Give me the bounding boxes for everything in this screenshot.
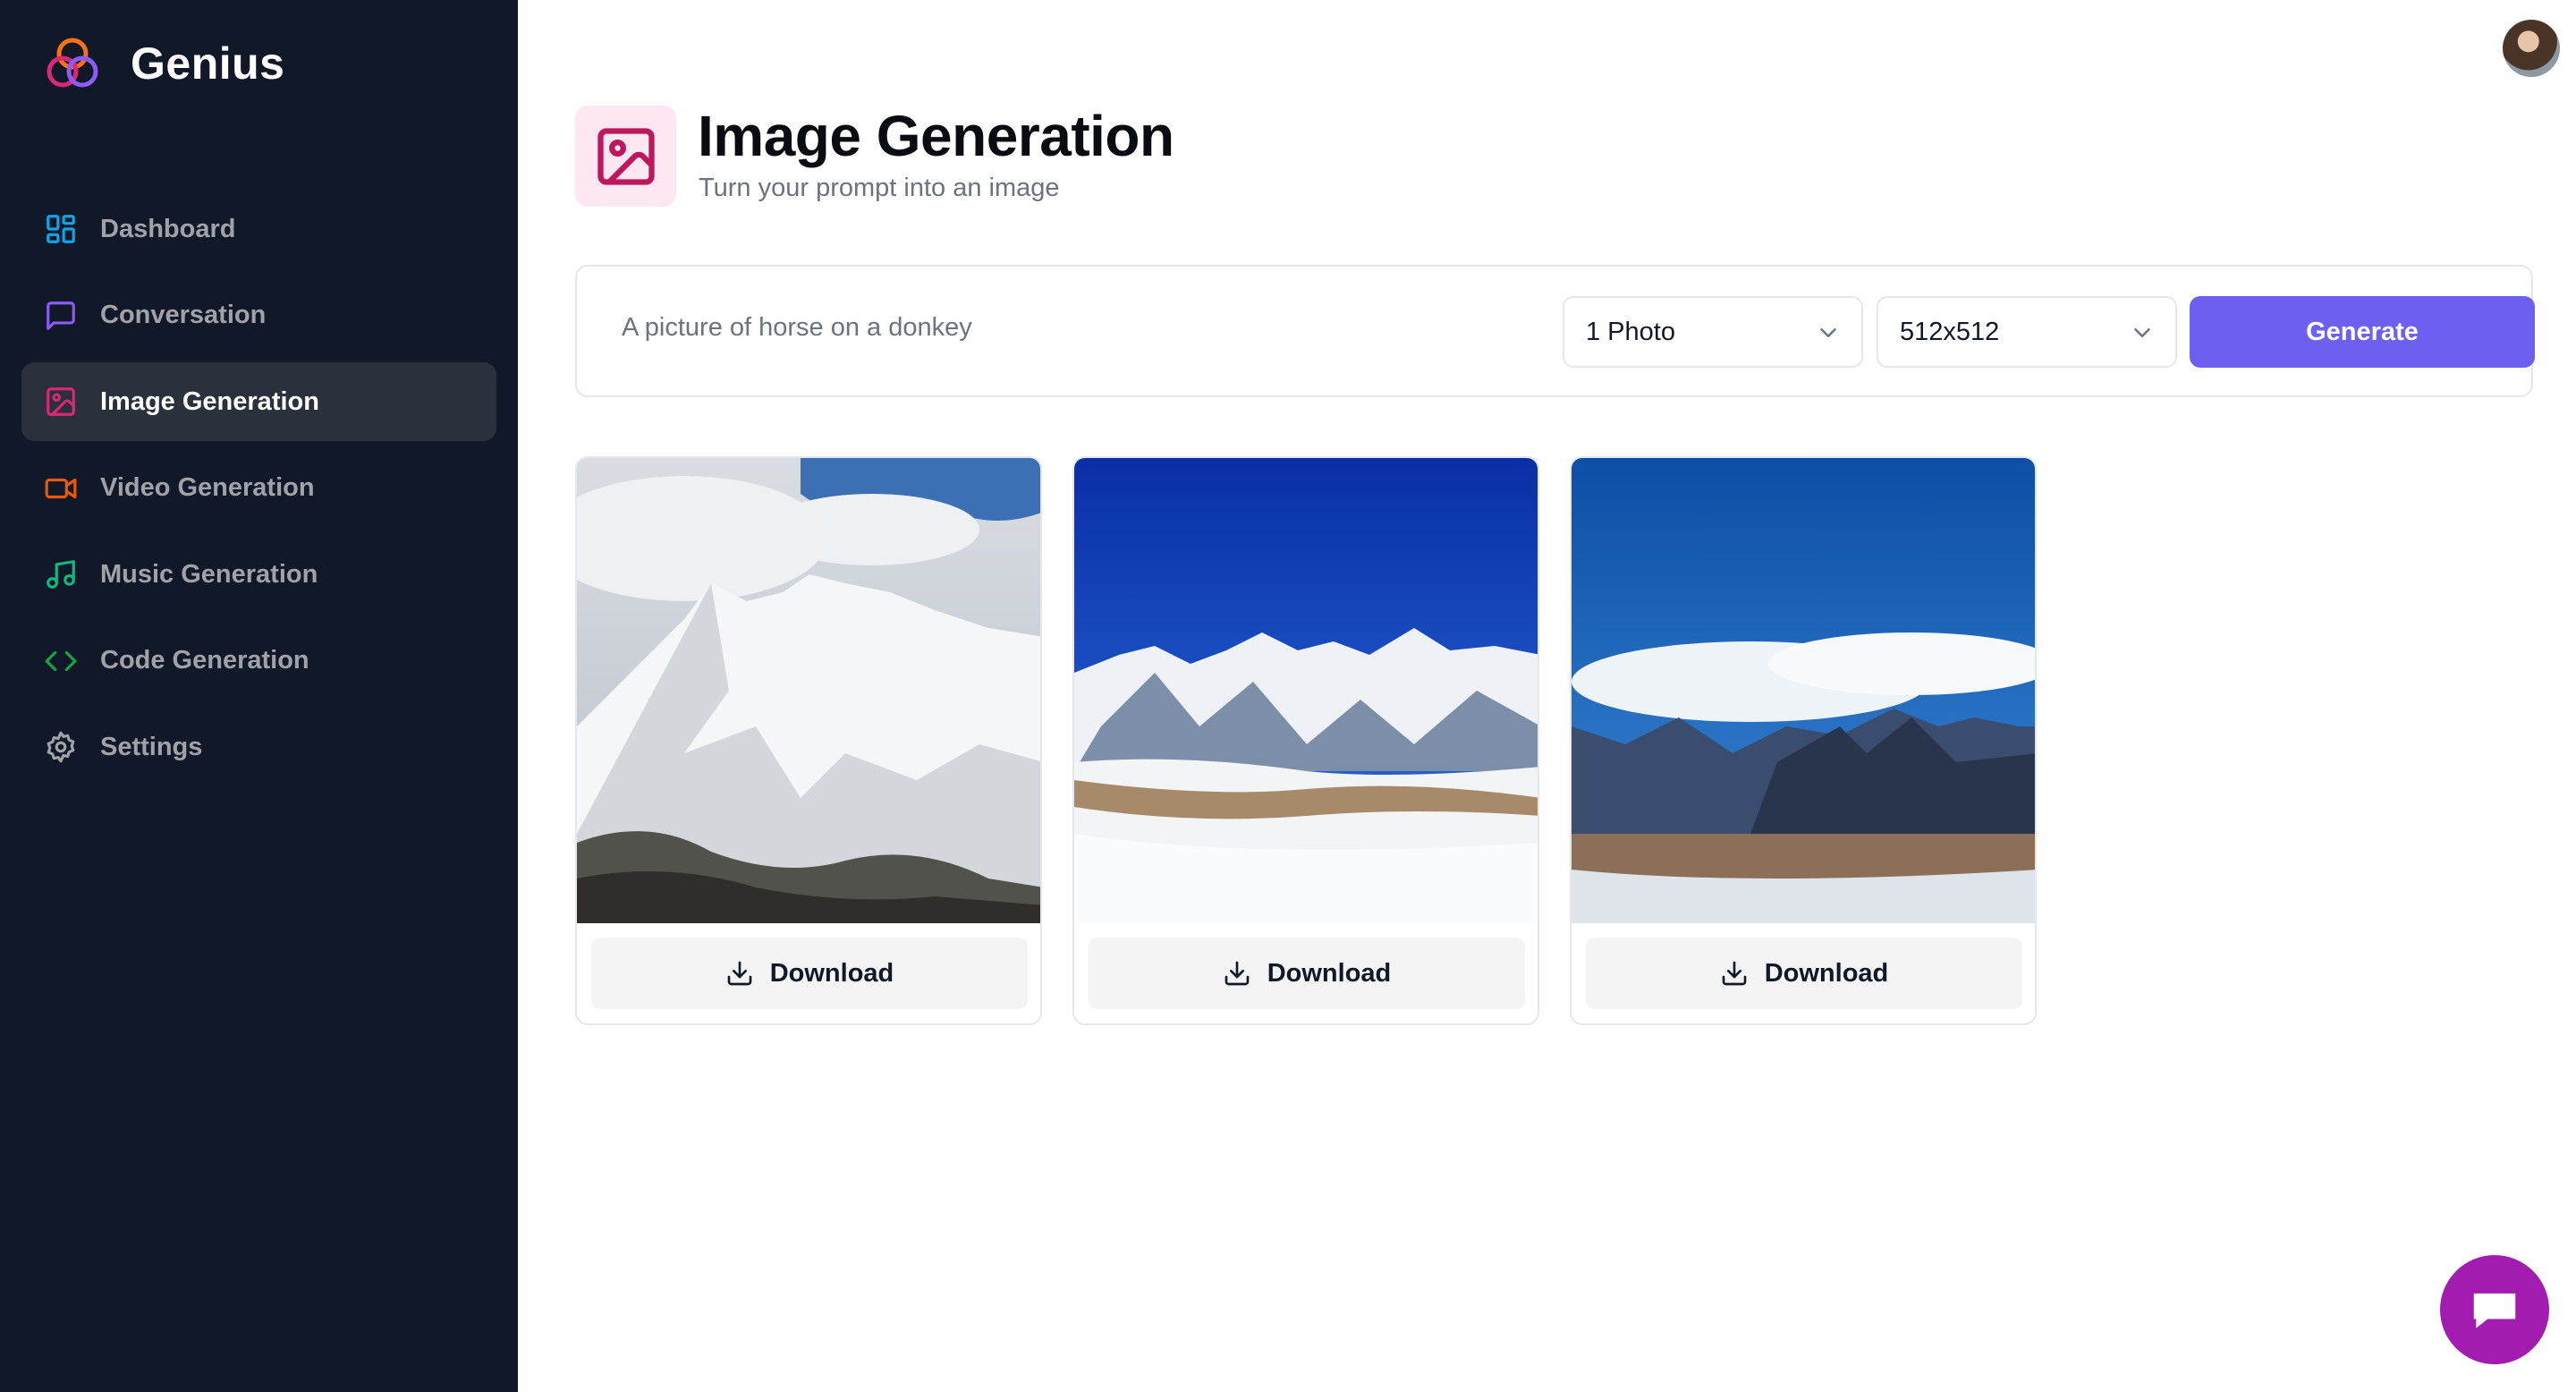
download-label: Download: [1267, 958, 1392, 988]
app-name: Genius: [131, 38, 285, 89]
sidebar-item-image-generation[interactable]: Image Generation: [21, 362, 496, 441]
amount-select-value: 1 Photo: [1586, 317, 1675, 346]
sidebar-item-code-generation[interactable]: Code Generation: [21, 622, 496, 700]
sidebar-item-conversation[interactable]: Conversation: [21, 276, 496, 355]
chevron-down-icon: [1820, 328, 1836, 337]
sidebar-item-label: Dashboard: [100, 214, 236, 243]
download-icon: [1224, 961, 1250, 986]
result-card: Download: [1072, 456, 1539, 1025]
sidebar-item-label: Music Generation: [100, 559, 318, 589]
download-label: Download: [1764, 958, 1889, 988]
chevron-down-icon: [2134, 328, 2150, 337]
sidebar: Genius Dashboard Conversation Image Gene…: [0, 0, 518, 1392]
image-icon: [597, 127, 655, 185]
music-icon: [43, 556, 79, 592]
download-button[interactable]: Download: [1586, 938, 2022, 1009]
sidebar-item-label: Settings: [100, 732, 203, 761]
generated-image: [577, 458, 1040, 923]
generated-image: [1572, 458, 2035, 923]
sidebar-item-label: Conversation: [100, 301, 267, 329]
sidebar-item-label: Image Generation: [100, 386, 319, 416]
logo-icon: [47, 38, 98, 88]
page-subtitle: Turn your prompt into an image: [699, 174, 1060, 202]
sidebar-item-label: Video Generation: [100, 473, 315, 502]
chat-launcher-button[interactable]: [2440, 1255, 2549, 1364]
page-title: Image Generation: [698, 104, 1174, 168]
page-header-icon: [575, 106, 676, 207]
download-label: Download: [769, 958, 894, 988]
download-icon: [1722, 961, 1747, 986]
sidebar-item-music-generation[interactable]: Music Generation: [21, 535, 496, 614]
download-button[interactable]: Download: [1089, 938, 1525, 1009]
dashboard-icon: [43, 211, 79, 247]
sidebar-nav: Dashboard Conversation Image Generation …: [21, 190, 496, 794]
resolution-select[interactable]: 512x512: [1877, 296, 2177, 368]
prompt-form: 1 Photo 512x512 Generate: [575, 265, 2535, 397]
video-icon: [43, 471, 79, 506]
resolution-select-value: 512x512: [1900, 317, 2000, 346]
prompt-input[interactable]: [622, 313, 1534, 343]
download-button[interactable]: Download: [591, 938, 1028, 1009]
generate-button[interactable]: Generate: [2190, 296, 2535, 368]
message-square-icon: [43, 298, 79, 334]
generated-image: [1074, 458, 1538, 923]
sidebar-item-label: Code Generation: [100, 646, 309, 675]
logo[interactable]: Genius: [41, 32, 284, 95]
settings-icon: [43, 729, 79, 765]
chat-icon: [2473, 1293, 2516, 1328]
result-card: Download: [1570, 456, 2037, 1025]
amount-select[interactable]: 1 Photo: [1563, 296, 1863, 368]
image-icon: [43, 384, 79, 420]
sidebar-item-dashboard[interactable]: Dashboard: [21, 190, 496, 268]
result-card: Download: [575, 456, 1042, 1025]
download-icon: [727, 961, 752, 986]
code-icon: [43, 643, 79, 679]
sidebar-item-video-generation[interactable]: Video Generation: [21, 449, 496, 528]
sidebar-item-settings[interactable]: Settings: [21, 708, 496, 786]
user-avatar[interactable]: [2503, 20, 2560, 77]
